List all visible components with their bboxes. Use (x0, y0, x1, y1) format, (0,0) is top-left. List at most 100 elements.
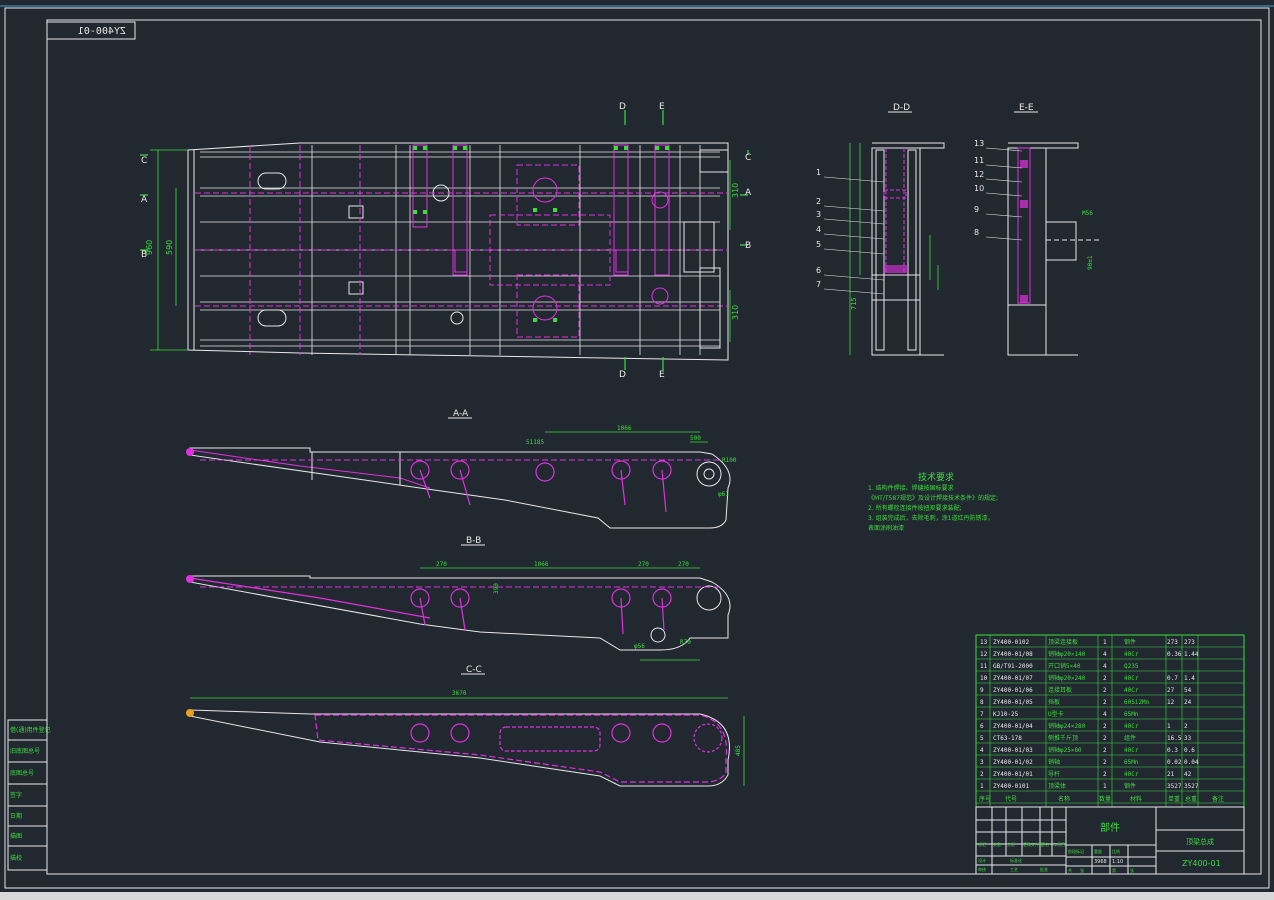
bom-cell: 2 (1103, 771, 1107, 778)
bom-cell: 0.36 (1167, 651, 1182, 658)
bom-cell: 60Si2Mn (1124, 699, 1150, 706)
title-block-label: 审核 (978, 866, 986, 872)
bom-cell: ZY400-0102 (993, 639, 1030, 646)
aa-dim-phi61: φ61 (718, 491, 729, 498)
ee-dim-90: 90±1 (1087, 255, 1094, 270)
bom-header-cell: 序号 (979, 795, 991, 803)
left-strip-label: 描校 (10, 854, 22, 862)
title-block-label: 处数 (993, 841, 1001, 847)
bom-cell: ZY400-01/02 (993, 759, 1033, 766)
cad-drawing-viewport[interactable]: ZY400-01 借(通)用件登记旧底图总号底图总号签字日期描图描校 960 5… (0, 0, 1274, 900)
plan-mark-d-bot: D (619, 370, 626, 380)
bom-cell: 0.02 (1167, 759, 1182, 766)
plan-mark-e-top: E (659, 102, 665, 112)
bom-cell: 销轴φ24×280 (1048, 722, 1086, 730)
bom-cell: ZY400-01/06 (993, 687, 1033, 694)
title-block-label: 标记 (978, 841, 986, 847)
notes-line: 2. 所有螺栓连接件按扭矩要求装配; (868, 504, 962, 512)
bom-cell: 2 (980, 771, 984, 778)
bom-cell: 导杆 (1048, 770, 1060, 778)
bom-cell: 组件 (1124, 734, 1136, 742)
title-block-label: 重量 (1094, 848, 1102, 854)
dd-balloon-label: 6 (816, 266, 821, 275)
left-strip-label: 签字 (10, 791, 22, 799)
dd-balloon-label: 2 (816, 197, 821, 206)
ee-balloon-label: 8 (974, 228, 979, 237)
bom-cell: 销轴φ25×80 (1048, 746, 1082, 754)
bom-cell: 27 (1167, 687, 1175, 694)
bom-cell: 16.5 (1167, 735, 1182, 742)
dd-balloon-label: 1 (816, 168, 821, 177)
title-block-label: 比例 (1112, 848, 1120, 854)
side-mark-b-left: B (141, 250, 147, 260)
title-block-label: 批准 (1040, 866, 1048, 872)
bom-cell: 54 (1184, 687, 1192, 694)
bom-cell: 12 (1167, 699, 1175, 706)
bom-cell: 1 (980, 783, 984, 790)
bom-cell: 6 (980, 723, 984, 730)
bom-header-cell: 数量 (1099, 795, 1111, 803)
bb-dim-1066: 1066 (534, 561, 549, 568)
bom-cell: 3527 (1167, 783, 1182, 790)
title-drawing-number: ZY400-01 (1182, 859, 1221, 868)
bom-cell: 40Cr (1124, 651, 1139, 658)
bb-dim-270b: 270 (638, 561, 649, 568)
bom-cell: 13 (980, 639, 988, 646)
bom-cell: 1.44 (1184, 651, 1199, 658)
bom-cell: ZY400-01/01 (993, 771, 1033, 778)
bom-cell: 连接耳板 (1048, 686, 1072, 694)
bb-dim-phi56: φ56 (634, 643, 645, 650)
bb-dim-270a: 270 (436, 561, 447, 568)
bom-header-cell: 总重 (1185, 795, 1197, 803)
side-mark-c-left: C (141, 156, 147, 166)
bom-cell: 挡板 (1048, 698, 1060, 706)
bom-cell: ZY400-01/03 (993, 747, 1033, 754)
title-block-label: 分区 (1007, 841, 1015, 847)
cc-dim-485: 485 (735, 745, 742, 756)
title-block-label: 工艺 (1010, 867, 1018, 872)
bom-cell: 0.7 (1167, 675, 1178, 682)
bom-cell: 40Cr (1124, 723, 1139, 730)
bom-cell: 11 (980, 663, 988, 670)
title-weight: 3968 (1094, 859, 1107, 865)
bb-dim-270c: 270 (678, 561, 689, 568)
bom-cell: 2 (1103, 687, 1107, 694)
bom-cell: 0.3 (1167, 747, 1178, 754)
bom-header-cell: 备注 (1212, 795, 1224, 803)
bom-cell: 21 (1167, 771, 1175, 778)
bom-cell: 65Mn (1124, 711, 1139, 718)
bom-cell: 侧推千斤顶 (1048, 734, 1078, 742)
bom-cell: 1 (1103, 639, 1107, 646)
bom-cell: ZY400-01/07 (993, 675, 1033, 682)
bom-header-cell: 代号 (1005, 795, 1017, 803)
dd-balloon-label: 7 (816, 280, 821, 289)
bom-cell: 5 (980, 735, 984, 742)
bom-cell: 顶梁体 (1048, 782, 1066, 790)
bom-cell: 12 (980, 651, 988, 658)
side-mark-b: B (745, 241, 751, 251)
bom-cell: 42 (1184, 771, 1192, 778)
left-strip-label: 底图总号 (10, 769, 34, 777)
notes-line: 《MT/T587规范》及设计焊接技术条件》的规定; (868, 494, 998, 502)
notes-title: 技术要求 (918, 471, 954, 483)
ee-balloon-label: 11 (974, 156, 984, 165)
bb-dim-r70: R70 (680, 639, 691, 646)
bom-cell: 4 (980, 747, 984, 754)
plan-dim-310b: 310 (731, 305, 740, 320)
title-block-label: 共 (1068, 867, 1072, 873)
bom-cell: U型卡 (1048, 710, 1064, 718)
bom-cell: 1 (1103, 783, 1107, 790)
ee-dim-m56: M56 (1082, 210, 1093, 217)
bom-cell: ZY400-0101 (993, 783, 1030, 790)
title-block-label: 设计 (978, 857, 986, 863)
title-block-label: 阶段标记 (1068, 848, 1084, 854)
dd-balloon-label: 3 (816, 210, 821, 219)
side-mark-a-left: A (141, 195, 148, 205)
ee-balloon-label: 10 (974, 184, 984, 193)
title-scale: 1:10 (1112, 859, 1123, 865)
bom-cell: 1 (1167, 723, 1171, 730)
notes-line: 表面涂刷油漆 (868, 524, 904, 532)
bom-cell: 销轴φ20×140 (1048, 650, 1086, 658)
title-block-label: 签名 (1041, 841, 1049, 847)
bom-header-cell: 名称 (1058, 795, 1070, 803)
